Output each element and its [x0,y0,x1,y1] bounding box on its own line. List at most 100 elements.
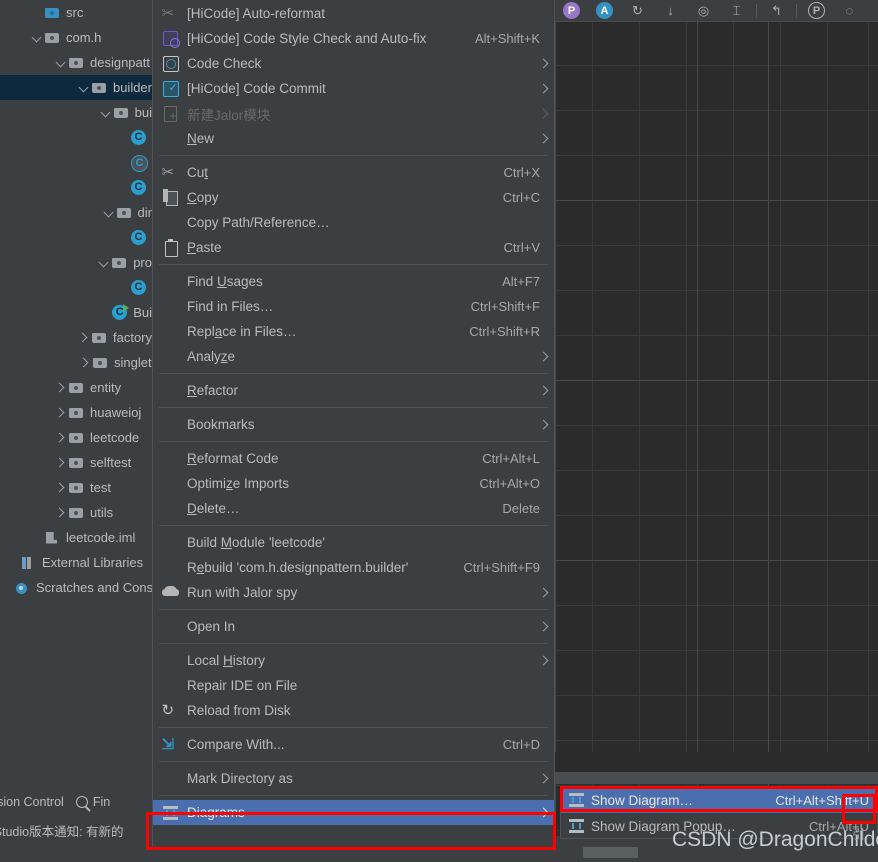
menu-item-cut[interactable]: ✂ Cut Ctrl+X [153,160,554,185]
tree-row[interactable]: entity [0,375,152,400]
chevron-down-icon[interactable] [30,31,44,45]
new-jalor-module-icon-wrap [153,104,187,124]
run-anything-icon[interactable]: A [588,0,621,21]
tree-row[interactable]: builder [0,75,152,100]
chevron-right-icon[interactable] [77,331,91,345]
chevron-right-icon[interactable] [54,506,68,520]
tree-row[interactable]: factory [0,325,152,350]
chevron-right-icon[interactable] [54,406,68,420]
chevron-down-icon[interactable] [54,56,68,70]
tree-row[interactable]: External Libraries [0,550,152,575]
bottom-strip-chip[interactable] [583,847,638,858]
reload-icon-wrap: ↻ [153,701,187,721]
tree-row[interactable] [0,175,152,200]
tool-window-find[interactable]: Fin [75,795,110,809]
menu-item-hicode-auto-reformat[interactable]: ✂ [HiCode] Auto-reformat [153,1,554,26]
tree-row[interactable]: pro [0,250,152,275]
chevron-down-icon[interactable] [97,256,111,270]
menu-item-label: Reformat Code [187,451,279,466]
tree-row[interactable] [0,150,152,175]
chevron-right-icon[interactable] [78,356,92,370]
chevron-right-icon[interactable] [54,456,68,470]
tree-row[interactable]: Scratches and Consoles [0,575,152,600]
menu-item-open-in[interactable]: Open In [153,614,554,639]
evaluate-icon[interactable]: ◎ [687,0,720,21]
mute-breakpoints-icon[interactable]: ⌶ [720,0,753,21]
project-context-menu[interactable]: ✂ [HiCode] Auto-reformat [HiCode] Code Sty… [152,0,555,848]
menu-item-repair-ide-on-file[interactable]: Repair IDE on File [153,673,554,698]
call-stack-icon[interactable]: ↰ [760,0,793,21]
menu-item-refactor[interactable]: Refactor [153,378,554,403]
tree-row[interactable]: dir [0,200,152,225]
folder-icon [68,480,85,496]
menu-item-hicode-code-commit[interactable]: [HiCode] Code Commit [153,76,554,101]
menu-item-local-history[interactable]: Local History [153,648,554,673]
paste-icon [162,239,179,257]
source-folder-icon [44,5,61,21]
tree-row[interactable]: utils [0,500,152,525]
chevron-down-icon[interactable] [77,81,91,95]
menu-item-diagrams[interactable]: Diagrams [153,800,554,825]
tree-row[interactable]: leetcode.iml [0,525,152,550]
tree-row-label: pro [133,255,152,270]
menu-item-copy-path-reference[interactable]: Copy Path/Reference… [153,210,554,235]
submenu-arrow-icon [540,623,554,631]
scissors-icon: ✂ [161,164,175,181]
watermark-text: CSDN @DragonChilder [672,828,878,851]
submenu-item-show-diagram[interactable]: Show Diagram… Ctrl+Alt+Shift+U [561,787,877,813]
tree-row[interactable]: src [0,0,152,25]
diagram-grid-canvas[interactable]: es [555,21,878,831]
menu-item-reload-from-disk[interactable]: ↻ Reload from Disk [153,698,554,723]
settings-icon[interactable]: ◌ [833,0,866,21]
tree-row[interactable]: leetcode [0,425,152,450]
tree-row[interactable] [0,225,152,250]
menu-item-delete[interactable]: Delete… Delete [153,496,554,521]
menu-item-new[interactable]: New [153,126,554,151]
menu-item-analyze[interactable]: Analyze [153,344,554,369]
menu-item-optimize-imports[interactable]: Optimize Imports Ctrl+Alt+O [153,471,554,496]
status-bar-left: r Studio版本通知: 有新的 [0,815,152,862]
tree-row[interactable]: bui [0,100,152,125]
tree-row[interactable]: singlet [0,350,152,375]
jalor-spy-icon [161,584,179,601]
menu-item-find-in-files[interactable]: Find in Files… Ctrl+Shift+F [153,294,554,319]
menu-item-run-with-jalor-spy[interactable]: Run with Jalor spy [153,580,554,605]
tree-row[interactable]: selftest [0,450,152,475]
menu-item-bookmarks[interactable]: Bookmarks [153,412,554,437]
pane-divider[interactable] [555,772,878,784]
project-tree-panel[interactable]: src com.h designpatt builder bui dir pro Bui fac… [0,0,152,788]
menu-item-hicode-code-style-check-and-auto-fix[interactable]: [HiCode] Code Style Check and Auto-fix Al… [153,26,554,51]
menu-item-paste[interactable]: Paste Ctrl+V [153,235,554,260]
menu-item-compare-with[interactable]: ⇲ Compare With... Ctrl+D [153,732,554,757]
menu-item-label: Open In [187,619,236,634]
step-into-icon[interactable]: ↓ [654,0,687,21]
chevron-down-icon[interactable] [99,106,113,120]
chevron-right-icon[interactable] [54,481,68,495]
debugger-toolbar[interactable]: P A ↻ ↓ ◎ ⌶ ↰ P ◌ [555,0,878,21]
menu-item-rebuild-com-h-designpattern-builder[interactable]: Rebuild 'com.h.designpattern.builder' Ctr… [153,555,554,580]
rerun-icon[interactable]: ↻ [621,0,654,21]
menu-item-build-module-leetcode[interactable]: Build Module 'leetcode' [153,530,554,555]
profiler-icon[interactable]: P [555,0,588,21]
pin-tab-icon[interactable]: P [800,0,833,21]
menu-item-replace-in-files[interactable]: Replace in Files… Ctrl+Shift+R [153,319,554,344]
tree-row[interactable]: Bui [0,300,152,325]
status-notification-text[interactable]: r Studio版本通知: 有新的 [0,821,152,840]
tool-window-bar-bottom[interactable]: ersion Control Fin [0,788,152,815]
tree-row[interactable]: huaweioj [0,400,152,425]
tree-row[interactable] [0,125,152,150]
chevron-right-icon[interactable] [54,381,68,395]
chevron-down-icon[interactable] [102,206,116,220]
menu-icon-spacer [153,322,187,342]
tree-row[interactable]: test [0,475,152,500]
chevron-right-icon[interactable] [54,431,68,445]
menu-item-reformat-code[interactable]: Reformat Code Ctrl+Alt+L [153,446,554,471]
tool-window-version-control[interactable]: ersion Control [0,795,76,809]
tree-row[interactable] [0,275,152,300]
tree-row[interactable]: designpatt [0,50,152,75]
menu-item-code-check[interactable]: Code Check [153,51,554,76]
menu-item-find-usages[interactable]: Find Usages Alt+F7 [153,269,554,294]
menu-item-copy[interactable]: Copy Ctrl+C [153,185,554,210]
menu-item-mark-directory-as[interactable]: Mark Directory as [153,766,554,791]
tree-row[interactable]: com.h [0,25,152,50]
